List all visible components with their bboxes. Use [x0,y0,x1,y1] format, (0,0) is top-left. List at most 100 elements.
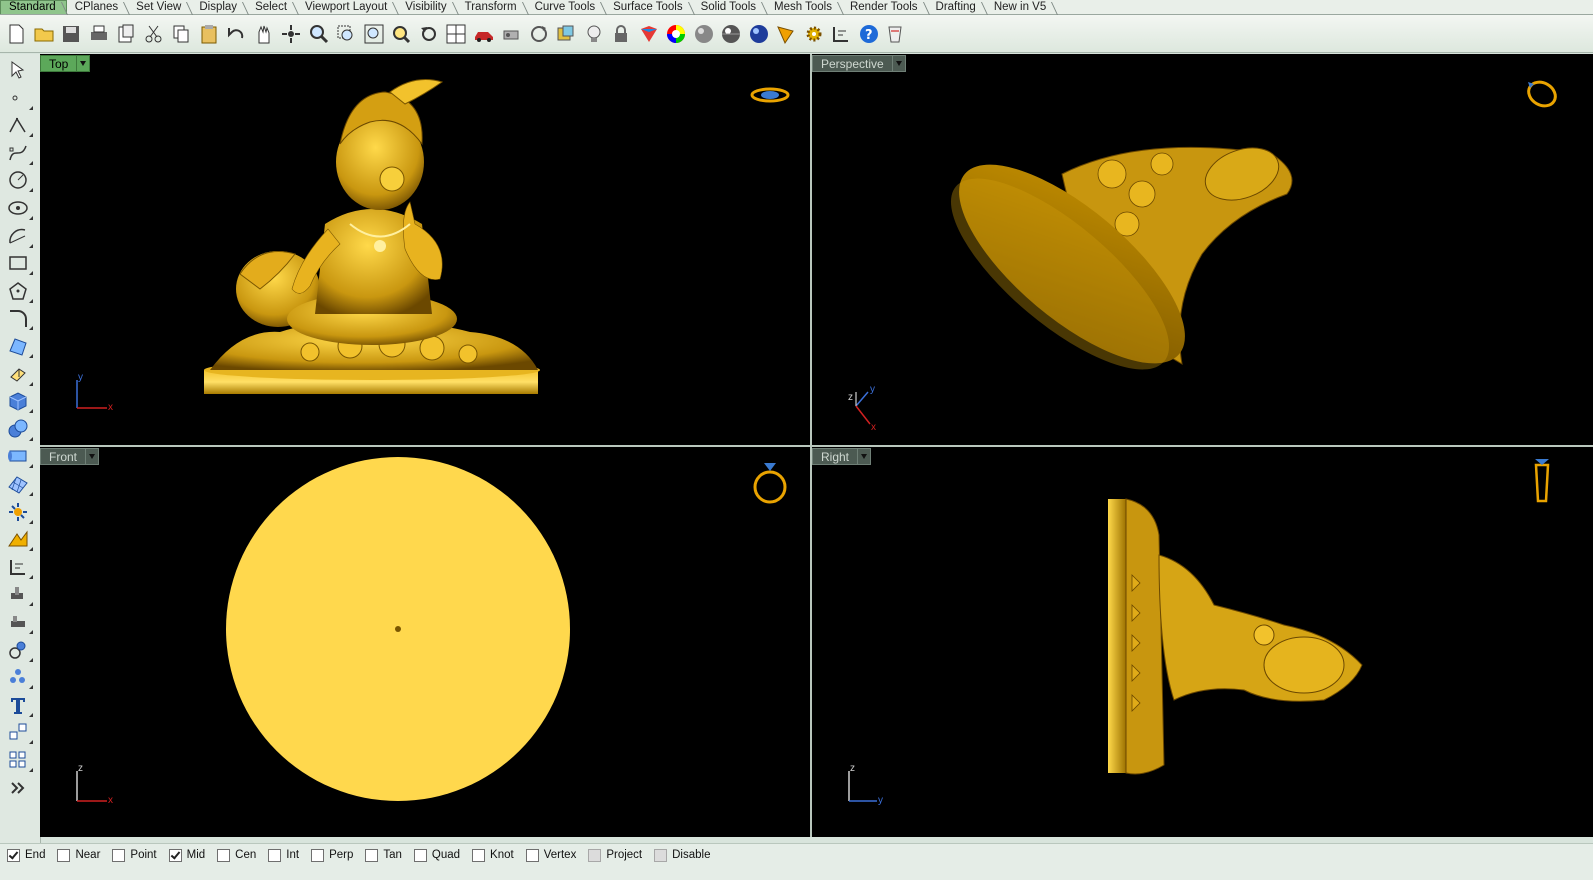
pendant-nav-icon[interactable] [1532,457,1552,512]
osnap-checkbox[interactable] [168,848,182,862]
viewport-perspective[interactable]: Perspective z y x [812,54,1593,445]
undo-view-icon[interactable] [417,21,441,47]
tab-display[interactable]: Display [191,1,247,14]
viewport-front[interactable]: Front z x [40,447,810,837]
viewport-top[interactable]: Top y x [40,54,810,445]
rotate-icon[interactable] [527,21,551,47]
viewport-splitter-horizontal[interactable] [40,445,1593,447]
undo-icon[interactable] [224,21,248,47]
group-icon[interactable] [6,610,33,634]
cut-icon[interactable] [142,21,166,47]
tab-select[interactable]: Select [247,1,297,14]
osnap-checkbox[interactable] [654,848,668,862]
viewport-title[interactable]: Front [40,448,87,465]
tab-set-view[interactable]: Set View [128,1,191,14]
rectangle-icon[interactable] [6,251,33,276]
select-arrow-icon[interactable] [6,58,30,82]
rendered-sphere-icon[interactable] [719,21,743,47]
ring-nav-icon[interactable] [750,457,790,510]
tab-solid-tools[interactable]: Solid Tools [693,1,766,14]
extrude-icon[interactable] [6,362,33,386]
osnap-checkbox[interactable] [57,848,71,862]
viewport-label-perspective[interactable]: Perspective [812,55,906,72]
viewport-menu-arrow-icon[interactable] [86,448,100,465]
copy-icon[interactable] [169,21,193,47]
more-icon[interactable] [6,776,30,800]
osnap-mid[interactable]: Mid [168,848,205,862]
zoom-dynamic-icon[interactable] [307,21,331,47]
statue-model-right[interactable] [1104,495,1374,785]
viewport-label-front[interactable]: Front [40,448,100,465]
curve-icon[interactable] [6,141,33,165]
statue-model-front[interactable] [224,455,574,805]
viewport-title[interactable]: Right [812,448,859,465]
text-icon[interactable] [6,693,33,717]
material-icon[interactable] [637,21,661,47]
statue-model-perspective[interactable] [942,134,1312,414]
osnap-vertex[interactable]: Vertex [525,848,576,862]
color-wheel-icon[interactable] [664,21,688,47]
curve-analysis-icon[interactable] [6,638,33,662]
viewport-label-right[interactable]: Right [812,448,872,465]
solid-tools-icon[interactable] [6,582,33,607]
options-icon[interactable] [499,21,523,47]
print-icon[interactable] [87,21,111,47]
help-icon[interactable]: ? [857,21,881,47]
car-icon[interactable] [472,21,496,47]
osnap-cen[interactable]: Cen [217,848,256,862]
array-icon[interactable] [6,748,33,772]
fillet-icon[interactable] [6,306,33,331]
osnap-project[interactable]: Project [588,848,642,862]
point-icon[interactable] [6,86,33,110]
block-icon[interactable] [6,720,33,745]
light-bulb-icon[interactable] [582,21,606,47]
polyline-icon[interactable] [6,113,33,138]
save-icon[interactable] [59,21,83,47]
viewport-label-top[interactable]: Top [40,55,91,72]
osnap-point[interactable]: Point [112,848,157,862]
circle-icon[interactable] [6,168,33,193]
osnap-near[interactable]: Near [57,848,100,862]
analysis-icon[interactable] [774,21,798,47]
tab-surface-tools[interactable]: Surface Tools [605,1,692,14]
osnap-knot[interactable]: Knot [472,848,514,862]
transform-icon[interactable] [6,527,33,552]
rotate-view-icon[interactable] [279,21,303,47]
osnap-checkbox[interactable] [525,848,539,862]
paste-icon[interactable] [197,21,221,47]
osnap-int[interactable]: Int [268,848,299,862]
ring-nav-icon[interactable] [1524,76,1560,115]
osnap-quad[interactable]: Quad [413,848,460,862]
dimension-icon[interactable] [829,21,853,47]
zoom-window-icon[interactable] [334,21,358,47]
osnap-disable[interactable]: Disable [654,848,710,862]
tab-viewport-layout[interactable]: Viewport Layout [297,1,397,14]
tab-standard[interactable]: Standard [0,0,67,14]
gear-icon[interactable] [802,21,826,47]
tab-transform[interactable]: Transform [457,1,527,14]
tab-drafting[interactable]: Drafting [928,1,986,14]
tab-curve-tools[interactable]: Curve Tools [527,1,606,14]
tab-visibility[interactable]: Visibility [397,1,456,14]
surface-icon[interactable] [6,334,33,358]
dimension-icon[interactable] [6,555,33,579]
four-viewports-icon[interactable] [444,21,468,47]
zoom-extents-icon[interactable] [362,21,386,47]
osnap-perp[interactable]: Perp [311,848,353,862]
viewport-menu-arrow-icon[interactable] [77,55,91,72]
tab-mesh-tools[interactable]: Mesh Tools [766,1,842,14]
viewport-menu-arrow-icon[interactable] [858,448,872,465]
osnap-checkbox[interactable] [588,848,602,862]
viewport-right[interactable]: Right z y [812,447,1593,837]
viewport-title[interactable]: Perspective [812,55,893,72]
network-curve-icon[interactable] [6,665,33,690]
new-file-icon[interactable] [4,21,28,47]
osnap-checkbox[interactable] [472,848,486,862]
paste-special-icon[interactable] [114,21,138,47]
osnap-checkbox[interactable] [311,848,325,862]
osnap-checkbox[interactable] [217,848,231,862]
ellipse-icon[interactable] [6,196,33,220]
lock-icon[interactable] [609,21,633,47]
shaded-sphere-icon[interactable] [692,21,716,47]
osnap-checkbox[interactable] [7,848,20,862]
